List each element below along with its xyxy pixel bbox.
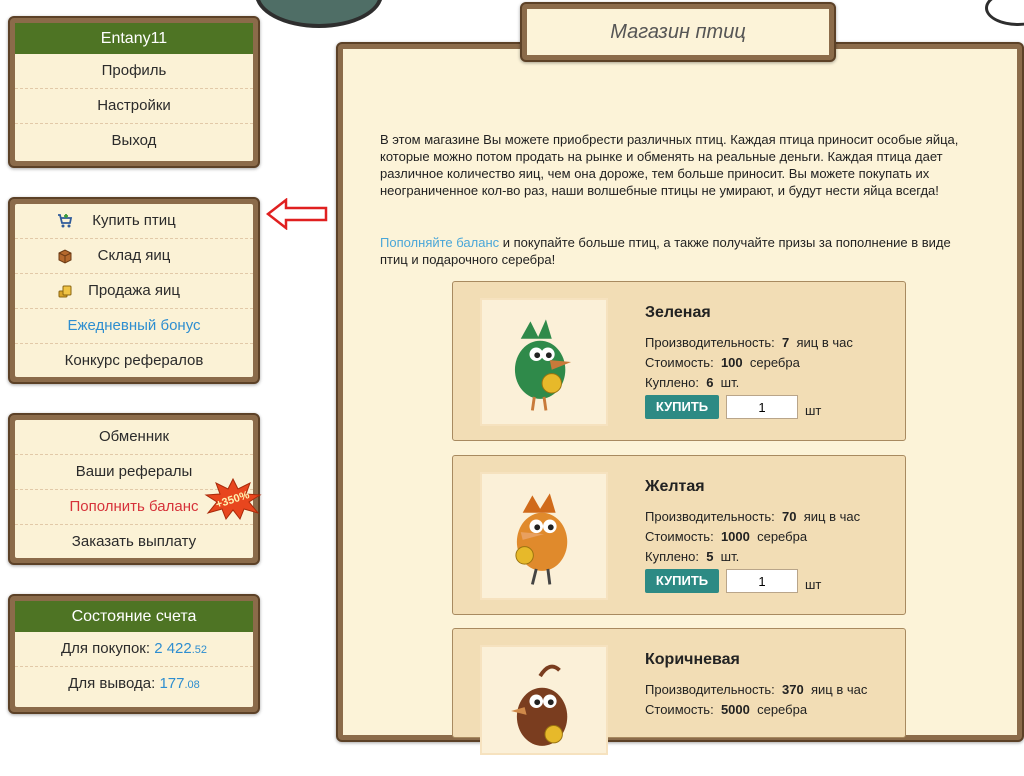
withdraw-balance-value: 177 [159,675,185,692]
account-panel: Состояние счета Для покупок: 2 422.52 Дл… [8,594,260,714]
green-bird-icon [514,319,572,411]
withdraw-balance-label: Для вывода: [68,675,156,692]
bird-cost: Стоимость: 1000 серебра [645,529,807,544]
bird-bought: Куплено: 6 шт. [645,375,739,390]
bird-name: Коричневая [645,651,740,668]
topup-link[interactable]: Пополняйте баланс [380,235,499,250]
quantity-input[interactable] [726,569,798,593]
bird-name: Зеленая [645,304,711,321]
cost-label: Стоимость: [645,355,714,370]
menu-profile[interactable]: Профиль [15,54,253,89]
cost-label: Стоимость: [645,529,714,544]
productivity-unit: яиц в час [803,509,861,524]
productivity-unit: яиц в час [796,335,853,350]
purchase-balance: Для покупок: 2 422.52 [15,632,253,667]
bird-image-yellow [480,472,608,600]
purchase-balance-cents: .52 [191,644,208,656]
cart-icon [58,214,73,228]
cost-unit: серебра [749,355,800,370]
cost-value: 1000 [720,529,750,544]
pointer-arrow-icon [266,198,328,230]
buy-button[interactable]: КУПИТЬ [645,569,719,593]
page-title: Магазин птиц [527,9,829,55]
bird-cost: Стоимость: 5000 серебра [645,702,807,717]
cost-value: 100 [720,355,743,370]
bird-name: Желтая [645,478,705,495]
user-panel: Entany11 Профиль Настройки Выход [8,16,260,168]
menu-egg-sale[interactable]: Продажа яиц [15,274,253,309]
account-title: Состояние счета [15,601,253,632]
bought-value: 6 [706,375,714,390]
bought-unit: шт. [720,549,740,564]
bonus-badge: +350% [204,477,262,520]
page-title-tab: Магазин птиц [520,2,836,62]
header-decoration [255,0,383,28]
menu-referral-contest[interactable]: Конкурс рефералов [15,344,253,378]
cost-unit: серебра [757,702,808,717]
quantity-unit: шт [805,577,822,592]
menu-logout[interactable]: Выход [15,124,253,158]
bird-productivity: Производительность: 70 яиц в час [645,509,860,524]
bird-card-yellow: Желтая Производительность: 70 яиц в час … [452,455,906,615]
username: Entany11 [15,23,253,54]
menu-settings[interactable]: Настройки [15,89,253,124]
bird-image-brown [480,645,608,755]
yellow-bird-icon [515,493,568,585]
purchase-balance-label: Для покупок: [60,640,151,657]
bought-label: Куплено: [645,375,699,390]
bird-bought: Куплено: 5 шт. [645,549,739,564]
menu-egg-sale-label: Продажа яиц [88,282,180,299]
bought-unit: шт. [720,375,740,390]
menu-buy-birds[interactable]: Купить птиц [15,204,253,239]
purchase-balance-value: 2 422 [154,640,192,657]
quantity-unit: шт [805,403,822,418]
bird-card-green: Зеленая Производительность: 7 яиц в час … [452,281,906,441]
menu-egg-storage-label: Склад яиц [97,247,171,264]
menu-egg-storage[interactable]: Склад яиц [15,239,253,274]
productivity-value: 70 [782,509,797,524]
bought-label: Куплено: [645,549,699,564]
brown-bird-icon [511,664,568,746]
bird-productivity: Производительность: 7 яиц в час [645,335,853,350]
coins-icon [58,285,72,298]
buy-button[interactable]: КУПИТЬ [645,395,719,419]
cost-label: Стоимость: [645,702,714,717]
box-icon [58,249,72,264]
shop-menu-panel: Купить птиц Склад яиц Продажа яиц Ежедне… [8,197,260,384]
bird-cost: Стоимость: 100 серебра [645,355,800,370]
quantity-input[interactable] [726,395,798,419]
productivity-label: Производительность: [645,335,775,350]
withdraw-balance: Для вывода: 177.08 [15,667,253,701]
bought-value: 5 [706,549,714,564]
productivity-value: 7 [782,335,790,350]
cost-unit: серебра [757,529,808,544]
header-decoration-right [985,0,1024,26]
menu-withdraw[interactable]: Заказать выплату [15,525,253,559]
bird-image-green [480,298,608,426]
topup-note: Пополняйте баланс и покупайте больше пти… [380,234,980,268]
menu-daily-bonus[interactable]: Ежедневный бонус [15,309,253,344]
withdraw-balance-cents: .08 [184,679,200,691]
bird-productivity: Производительность: 370 яиц в час [645,682,867,697]
menu-exchanger[interactable]: Обменник [15,420,253,455]
shop-description: В этом магазине Вы можете приобрести раз… [380,132,959,198]
cost-value: 5000 [720,702,750,717]
productivity-value: 370 [782,682,804,697]
productivity-unit: яиц в час [810,682,868,697]
menu-buy-birds-label: Купить птиц [92,212,176,229]
productivity-label: Производительность: [645,682,775,697]
productivity-label: Производительность: [645,509,775,524]
